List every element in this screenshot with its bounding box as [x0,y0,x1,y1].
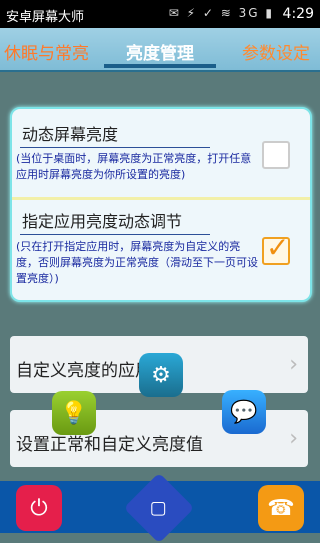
status-app-title: 安卓屏幕大师 [6,10,85,25]
dynamic-brightness-title: 动态屏幕亮度 [22,125,119,144]
menu-item-label: 自定义亮度的应用 [16,361,152,381]
menu-item-label: 设置正常和自定义亮度值 [16,435,203,455]
chevron-right-icon: › [289,352,298,377]
dynamic-brightness-checkbox[interactable] [262,141,290,169]
check-icon: ✓ [266,231,290,264]
power-button[interactable]: ⏻ [16,485,62,531]
chevron-right-icon: › [289,426,298,451]
status-bar: 安卓屏幕大师 ✉ ⚡ ✓ ≋ 3G ▮ 4:29 [0,0,320,28]
title-underline [20,234,210,235]
lightbulb-icon[interactable]: 💡 [52,391,96,435]
power-icon: ⏻ [30,495,48,521]
tab-sleep-always-on[interactable]: 休眠与常亮 [4,39,89,64]
gear-icon[interactable]: ⚙ [139,353,183,397]
settings-card: 动态屏幕亮度 (当位于桌面时，屏幕亮度为正常亮度，打开任意应用时屏幕亮度为你所设… [10,107,312,302]
app-brightness-checkbox[interactable]: ✓ [262,231,290,265]
phone-button[interactable]: ☎ [258,485,304,531]
title-underline [20,147,210,148]
tab-brightness-management[interactable]: 亮度管理 [126,39,194,64]
chat-icon[interactable]: 💬 [222,390,266,434]
card-divider [12,197,310,200]
phone-icon: ☎ [267,495,295,521]
app-brightness-title: 指定应用亮度动态调节 [22,212,183,231]
diamond-icon: ▢ [150,497,168,519]
active-tab-indicator [104,64,216,68]
dynamic-brightness-description: (当位于桌面时，屏幕亮度为正常亮度，打开任意应用时屏幕亮度为你所设置的亮度) [16,152,252,181]
tab-parameter-settings[interactable]: 参数设定 [242,39,310,64]
status-time: 4:29 [282,6,314,22]
app-brightness-description: (只在打开指定应用时，屏幕亮度为自定义的亮度，否则屏幕亮度为正常亮度（滑动至下一… [16,240,258,285]
status-icons: ✉ ⚡ ✓ ≋ 3G ▮ [168,6,274,20]
